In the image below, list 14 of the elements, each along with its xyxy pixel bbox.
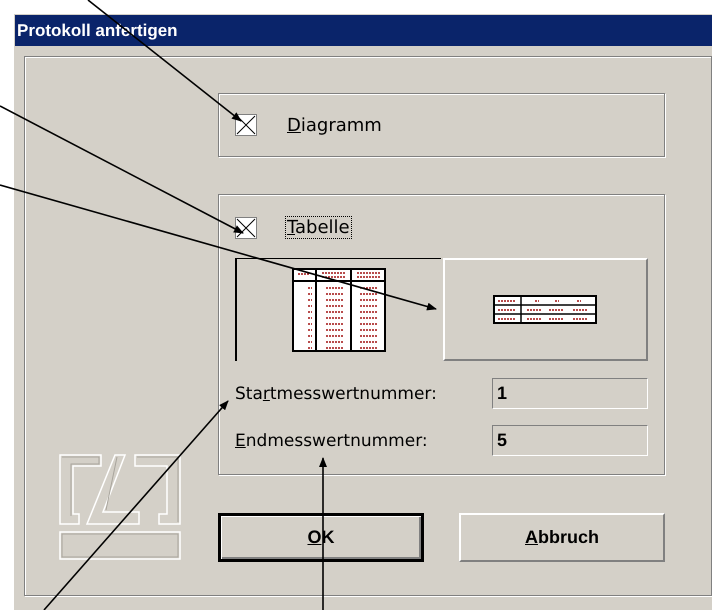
layout-option[interactable] [235,258,440,361]
tall-table-icon [292,268,386,352]
window-title: Protokoll anfertigen [15,15,712,46]
cancel-button[interactable]: Abbruch [459,513,665,562]
checkbox[interactable] [235,114,257,136]
field-label: Startmesswertnummer: [235,384,437,404]
wide-table-icon [493,295,598,324]
checkbox-label[interactable]: Diagramm [285,114,384,136]
checkbox[interactable] [235,216,257,238]
input-field[interactable]: 1 [492,378,648,409]
checkbox-label[interactable]: Tabelle [285,216,352,239]
input-field[interactable]: 5 [492,425,648,456]
field-label: Endmesswertnummer: [235,430,428,450]
logo-icon [59,454,181,560]
